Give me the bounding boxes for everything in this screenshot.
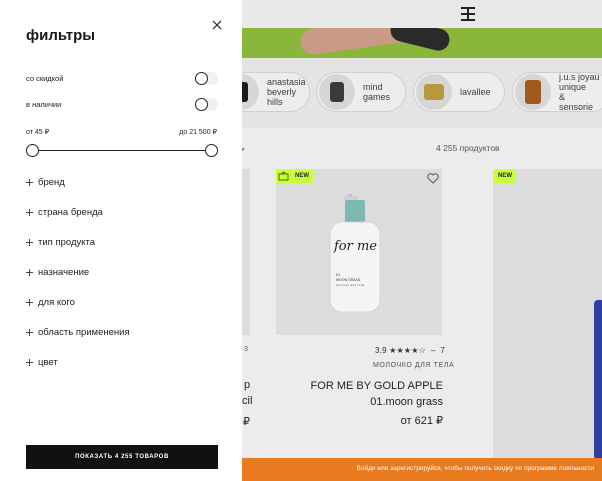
facet-purpose[interactable]: назначение: [26, 265, 89, 279]
brand-thumbnail: [319, 74, 355, 110]
brand-name: anastasia beverly hills: [267, 77, 306, 107]
brand-pill[interactable]: lavallee: [413, 72, 505, 112]
plus-icon: [26, 238, 33, 246]
badge-new: NEW: [291, 170, 313, 183]
discount-label: со скидкой: [26, 74, 64, 83]
plus-icon: [26, 208, 33, 216]
plus-icon: [26, 178, 33, 186]
brand-name: j.u.s joyau unique & sensorie: [559, 72, 600, 112]
facet-for-whom[interactable]: для кого: [26, 295, 75, 309]
product-bottle-image: for me 01 MOON GRASS молочко для тела: [329, 194, 381, 313]
plus-icon: [26, 358, 33, 366]
product-card-image[interactable]: [493, 169, 602, 459]
plus-icon: [26, 328, 33, 336]
price-slider-min-handle[interactable]: [26, 144, 39, 157]
facet-brand[interactable]: бренд: [26, 175, 65, 189]
partial-price: ₽: [243, 416, 250, 428]
in-stock-label: в наличии: [26, 100, 62, 109]
facet-color[interactable]: цвет: [26, 355, 58, 369]
discount-toggle[interactable]: [195, 72, 218, 85]
prize-badge-icon: [276, 170, 291, 183]
product-card-partial[interactable]: [242, 169, 250, 335]
product-rating: 3.9 ★★★★☆ – 7: [375, 346, 445, 355]
loyalty-promo-bar[interactable]: Войди или зарегистрируйся, чтобы получит…: [242, 458, 602, 481]
product-category: МОЛОЧКО ДЛЯ ТЕЛА: [373, 362, 455, 369]
product-name[interactable]: FOR ME BY GOLD APPLE 01.moon grass: [276, 378, 443, 410]
brand-name: lavallee: [460, 87, 491, 97]
partial-name-line2[interactable]: cil: [242, 395, 252, 407]
site-logo-icon[interactable]: [461, 7, 475, 21]
brand-thumbnail: [416, 74, 452, 110]
price-slider-max-handle[interactable]: [205, 144, 218, 157]
facet-label: назначение: [38, 266, 90, 278]
price-to-label: до 21 500 ₽: [179, 129, 217, 136]
price-slider-track[interactable]: [32, 150, 211, 151]
bottle-label-line2: MOON GRASS: [336, 278, 361, 282]
facet-label: тип продукта: [38, 236, 96, 248]
brand-pill[interactable]: mind games: [316, 72, 406, 112]
show-products-button[interactable]: ПОКАЗАТЬ 4 255 ТОВАРОВ: [26, 445, 218, 469]
brand-pill[interactable]: j.u.s joyau unique & sensorie: [512, 72, 602, 112]
partial-rating: 3: [244, 346, 248, 353]
in-stock-toggle[interactable]: [195, 98, 218, 111]
plus-icon: [26, 268, 33, 276]
reviews-separator-icon: –: [428, 346, 438, 355]
facet-application-area[interactable]: область применения: [26, 325, 130, 339]
reviews-count: 7: [440, 346, 446, 355]
favorite-heart-icon[interactable]: [427, 173, 439, 184]
facet-brand-country[interactable]: страна бренда: [26, 205, 103, 219]
brand-thumbnail: [515, 74, 551, 110]
catalog-toolbar: [242, 128, 602, 168]
rating-value: 3.9: [375, 346, 387, 355]
page: anastasia beverly hills mind games laval…: [0, 0, 602, 481]
close-icon[interactable]: [210, 18, 224, 32]
plus-icon: [26, 298, 33, 306]
partial-name-line1[interactable]: p: [244, 379, 250, 391]
facet-label: страна бренда: [38, 206, 103, 218]
product-price: от 621 ₽: [400, 415, 443, 427]
badge-new: NEW: [494, 170, 516, 183]
price-from-label: от 45 ₽: [26, 129, 50, 136]
filter-drawer: фильтры со скидкой в наличии от 45 ₽ до …: [0, 0, 242, 481]
brand-name: mind games: [363, 82, 391, 102]
facet-label: область применения: [38, 326, 130, 338]
product-image-fragment: [594, 300, 602, 460]
facet-label: для кого: [38, 296, 75, 308]
product-count: 4 255 продуктов: [436, 143, 500, 153]
facet-label: цвет: [38, 356, 58, 368]
facet-label: бренд: [38, 176, 65, 188]
bottle-label-line3: молочко для тела: [336, 283, 364, 287]
bottle-label-line1: 01: [336, 273, 340, 277]
facet-product-type[interactable]: тип продукта: [26, 235, 95, 249]
loyalty-promo-text: Войди или зарегистрируйся, чтобы получит…: [356, 465, 595, 472]
bottle-brand-script: for me: [333, 239, 377, 254]
filter-title: фильтры: [26, 27, 96, 44]
rating-stars-icon: ★★★★☆: [389, 346, 427, 355]
